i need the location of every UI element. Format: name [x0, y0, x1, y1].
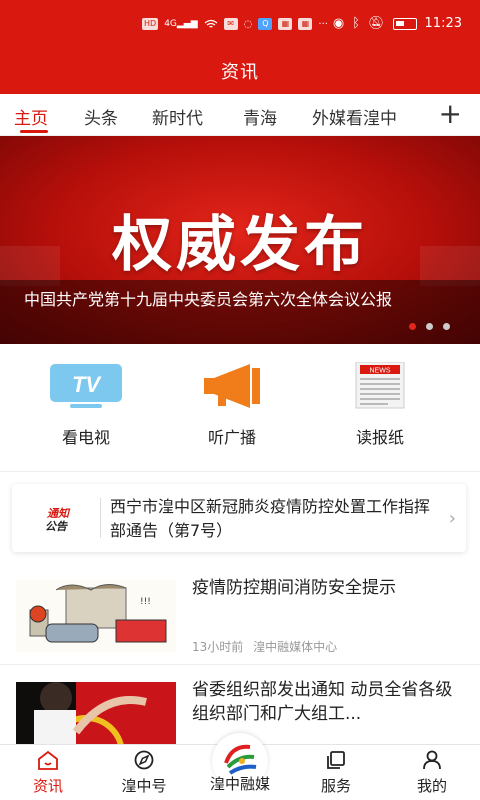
- quick-link-label: 读报纸: [355, 428, 404, 447]
- news-title: 省委组织部发出通知 动员全省各级组织部门和广大组工...: [192, 680, 453, 724]
- nav-media-center[interactable]: 湟中融媒: [200, 769, 280, 794]
- category-tabs: 主页 头条 新时代 青海 外媒看湟中 +: [0, 94, 480, 136]
- nav-label: 湟中融媒: [209, 775, 270, 793]
- app-icon: ▦: [298, 18, 313, 30]
- carousel-dot[interactable]: [426, 323, 433, 330]
- bottom-nav: 资讯 湟中号 湟中融媒 服务 我的: [0, 733, 480, 800]
- news-title: 疫情防控期间消防安全提示: [192, 578, 396, 598]
- news-thumbnail: !!!: [16, 580, 176, 652]
- carousel-dot[interactable]: [409, 323, 416, 330]
- carousel-dot[interactable]: [443, 323, 450, 330]
- app-header: HD 4G▂▄▆ ✉ ◌ Q ▦ ▦ ··· ◉ ᛒ 🔕︎ 11:23 资讯: [0, 0, 480, 94]
- news-item[interactable]: !!! 疫情防控期间消防安全提示 13小时前 湟中融媒体中心: [0, 572, 480, 672]
- quick-link-label: 听广播: [207, 428, 256, 447]
- tab-new-era[interactable]: 新时代: [152, 104, 203, 129]
- signal-icon: 4G▂▄▆: [164, 19, 198, 29]
- newspaper-icon: NEWS: [340, 361, 420, 410]
- banner-headline: 权威发布: [112, 210, 368, 280]
- tab-foreign-media[interactable]: 外媒看湟中: [312, 104, 397, 129]
- news-source: 湟中融媒体中心: [253, 640, 338, 654]
- news-meta: 13小时前 湟中融媒体中心: [192, 638, 337, 655]
- svg-text:!!!: !!!: [140, 597, 151, 607]
- active-tab-indicator: [20, 130, 48, 133]
- tv-icon-text: TV: [72, 372, 102, 397]
- notice-logo: 通知 公告: [36, 502, 80, 536]
- tab-qinghai[interactable]: 青海: [243, 104, 277, 129]
- app-screen: HD 4G▂▄▆ ✉ ◌ Q ▦ ▦ ··· ◉ ᛒ 🔕︎ 11:23 资讯 主…: [0, 0, 480, 800]
- nav-label: 湟中号: [121, 777, 167, 795]
- notice-text: 西宁市湟中区新冠肺炎疫情防控处置工作指挥部通告（第7号）: [110, 497, 431, 540]
- news-time: 13小时前: [192, 640, 244, 654]
- compass-icon: [104, 749, 184, 771]
- nav-news[interactable]: 资讯: [8, 749, 88, 796]
- nav-services[interactable]: 服务: [296, 749, 376, 796]
- nav-label: 我的: [416, 777, 447, 795]
- carousel-dots: [409, 323, 450, 330]
- add-tab-icon[interactable]: +: [439, 100, 462, 128]
- page-title: 资讯: [221, 62, 259, 83]
- watch-tv-button[interactable]: TV 看电视: [26, 362, 146, 448]
- svg-text:通知: 通知: [47, 507, 71, 520]
- battery-icon: [392, 17, 417, 30]
- megaphone-icon: [192, 362, 272, 410]
- chevron-right-icon: ›: [448, 508, 456, 529]
- tv-icon: TV: [46, 362, 126, 410]
- quick-links: TV 看电视 听广播 NEWS 读报纸: [0, 344, 480, 472]
- search-app-icon: Q: [258, 18, 273, 30]
- banner-caption: 中国共产党第十九届中央委员会第六次全体会议公报: [24, 290, 393, 309]
- eye-icon: ◉: [332, 16, 345, 31]
- svg-text:公告: 公告: [45, 520, 68, 533]
- home-icon: [8, 749, 88, 771]
- status-indicators: HD 4G▂▄▆ ✉ ◌ Q ▦ ▦ ···: [142, 18, 328, 30]
- hero-banner[interactable]: 权威发布 中国共产党第十九届中央委员会第六次全体会议公报: [0, 136, 480, 344]
- nav-me[interactable]: 我的: [392, 749, 472, 796]
- hd-icon: HD: [142, 18, 159, 30]
- mute-icon: 🔕︎: [368, 16, 385, 31]
- nav-label: 服务: [320, 777, 351, 795]
- bluetooth-icon: ᛒ: [352, 16, 361, 31]
- read-newspaper-button[interactable]: NEWS 读报纸: [320, 361, 440, 448]
- status-time: 11:23: [424, 16, 462, 31]
- wifi-icon: [204, 19, 218, 28]
- system-status: ◉ ᛒ 🔕︎ 11:23: [333, 16, 462, 31]
- user-icon: [392, 749, 472, 771]
- message-icon: ✉: [223, 18, 238, 30]
- copy-icon: [296, 749, 376, 771]
- nav-label: 资讯: [32, 777, 63, 795]
- quick-link-label: 看电视: [61, 428, 110, 447]
- notice-card[interactable]: 通知 公告 西宁市湟中区新冠肺炎疫情防控处置工作指挥部通告（第7号） ›: [12, 484, 466, 552]
- banner-caption-bar: 中国共产党第十九届中央委员会第六次全体会议公报: [0, 280, 480, 344]
- nav-huangzhong-hao[interactable]: 湟中号: [104, 749, 184, 796]
- notice-divider: [100, 498, 101, 538]
- app-icon: ▦: [278, 18, 293, 30]
- newspaper-icon-text: NEWS: [370, 368, 391, 375]
- chat-icon: ◌: [243, 18, 253, 30]
- divider: [0, 664, 480, 665]
- more-icon: ···: [318, 18, 328, 30]
- status-bar: HD 4G▂▄▆ ✉ ◌ Q ▦ ▦ ··· ◉ ᛒ 🔕︎ 11:23: [0, 0, 480, 54]
- listen-radio-button[interactable]: 听广播: [172, 362, 292, 448]
- tab-home[interactable]: 主页: [14, 104, 48, 129]
- tab-headlines[interactable]: 头条: [84, 104, 118, 129]
